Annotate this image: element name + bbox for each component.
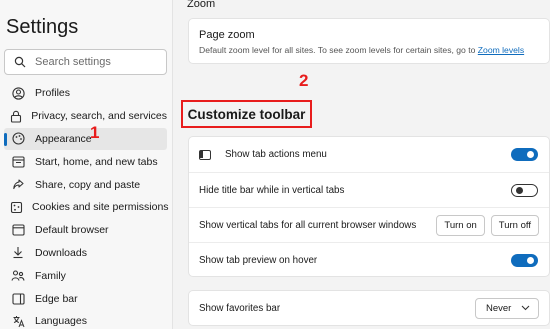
browser-icon bbox=[10, 223, 26, 237]
zoom-levels-link[interactable]: Zoom levels bbox=[478, 45, 524, 55]
languages-icon bbox=[10, 314, 26, 328]
sidebar-item-languages[interactable]: Languages bbox=[4, 310, 167, 329]
sidebar-item-appearance[interactable]: Appearance bbox=[4, 127, 167, 151]
page-zoom-title: Page zoom bbox=[199, 29, 255, 41]
annotation-number-1: 1 bbox=[90, 123, 100, 142]
sidebar: Settings Profiles Privacy, search, and s… bbox=[0, 0, 173, 329]
turn-on-button[interactable]: Turn on bbox=[436, 214, 485, 236]
toolbar-settings-card: Show tab actions menu Hide title bar whi… bbox=[188, 136, 550, 277]
appearance-icon bbox=[10, 132, 26, 146]
sidebar-item-label: Edge bar bbox=[35, 292, 78, 305]
edge-bar-icon bbox=[10, 292, 26, 306]
sidebar-item-label: Default browser bbox=[35, 224, 109, 237]
sidebar-item-privacy[interactable]: Privacy, search, and services bbox=[4, 105, 167, 128]
sidebar-item-label: Privacy, search, and services bbox=[31, 110, 167, 123]
cookies-icon bbox=[10, 200, 23, 214]
sidebar-nav: Profiles Privacy, search, and services A… bbox=[4, 82, 169, 329]
download-icon bbox=[10, 246, 26, 260]
setting-row-hide-title-bar: Hide title bar while in vertical tabs bbox=[189, 172, 549, 207]
sidebar-item-downloads[interactable]: Downloads bbox=[4, 242, 167, 265]
zoom-section-heading: Zoom bbox=[187, 0, 216, 10]
chevron-down-icon bbox=[521, 303, 530, 314]
setting-row-favorites-bar: Show favorites bar Never bbox=[189, 291, 549, 326]
setting-label: Show tab actions menu bbox=[225, 149, 327, 160]
sidebar-item-label: Downloads bbox=[35, 246, 87, 259]
sidebar-item-label: Start, home, and new tabs bbox=[35, 155, 158, 168]
turn-off-button[interactable]: Turn off bbox=[490, 214, 539, 236]
setting-row-tab-actions-menu: Show tab actions menu bbox=[189, 137, 549, 172]
hide-title-bar-toggle[interactable] bbox=[511, 183, 538, 197]
sidebar-item-profiles[interactable]: Profiles bbox=[4, 82, 167, 105]
sidebar-item-share[interactable]: Share, copy and paste bbox=[4, 173, 167, 196]
toggle-knob bbox=[527, 151, 534, 158]
setting-label: Show favorites bar bbox=[199, 303, 281, 314]
sidebar-item-family[interactable]: Family bbox=[4, 264, 167, 287]
family-icon bbox=[10, 269, 26, 283]
sidebar-item-label: Profiles bbox=[35, 87, 71, 100]
search-input[interactable] bbox=[35, 56, 155, 68]
toggle-knob bbox=[527, 256, 534, 264]
lock-icon bbox=[10, 109, 22, 123]
sidebar-item-default-browser[interactable]: Default browser bbox=[4, 219, 167, 242]
setting-row-tab-preview: Show tab preview on hover bbox=[189, 242, 549, 277]
toggle-knob bbox=[516, 186, 523, 194]
customize-toolbar-title: Customize toolbar bbox=[187, 106, 306, 122]
page-zoom-description-text: Default zoom level for all sites. To see… bbox=[199, 45, 476, 55]
favorites-bar-select[interactable]: Never bbox=[475, 298, 539, 319]
sidebar-item-start-home[interactable]: Start, home, and new tabs bbox=[4, 150, 167, 173]
favorites-bar-card: Show favorites bar Never bbox=[188, 290, 550, 326]
tab-actions-icon bbox=[199, 149, 211, 160]
main-content: Zoom Page zoom Default zoom level for al… bbox=[173, 0, 550, 329]
sidebar-item-cookies[interactable]: Cookies and site permissions bbox=[4, 196, 169, 219]
search-icon bbox=[5, 56, 35, 68]
select-value: Never bbox=[486, 303, 512, 314]
page-zoom-card: Page zoom Default zoom level for all sit… bbox=[188, 18, 550, 64]
settings-title: Settings bbox=[6, 16, 79, 38]
tab-actions-menu-toggle[interactable] bbox=[511, 148, 538, 161]
setting-label: Show tab preview on hover bbox=[199, 254, 318, 266]
customize-toolbar-highlight: Customize toolbar bbox=[181, 100, 312, 128]
setting-label: Show vertical tabs for all current brows… bbox=[199, 219, 417, 231]
page-zoom-description: Default zoom level for all sites. To see… bbox=[199, 45, 539, 55]
setting-label: Hide title bar while in vertical tabs bbox=[199, 184, 345, 196]
share-icon bbox=[10, 178, 26, 192]
setting-row-vertical-tabs: Show vertical tabs for all current brows… bbox=[189, 207, 549, 242]
start-icon bbox=[10, 155, 26, 169]
search-box[interactable] bbox=[4, 49, 167, 75]
sidebar-item-label: Languages bbox=[35, 315, 87, 328]
sidebar-item-label: Cookies and site permissions bbox=[32, 201, 169, 214]
sidebar-item-label: Appearance bbox=[35, 132, 92, 145]
sidebar-item-label: Share, copy and paste bbox=[35, 178, 141, 191]
profile-icon bbox=[10, 86, 26, 100]
sidebar-item-label: Family bbox=[35, 269, 66, 282]
sidebar-item-edge-bar[interactable]: Edge bar bbox=[4, 287, 167, 310]
tab-preview-toggle[interactable] bbox=[511, 253, 538, 267]
